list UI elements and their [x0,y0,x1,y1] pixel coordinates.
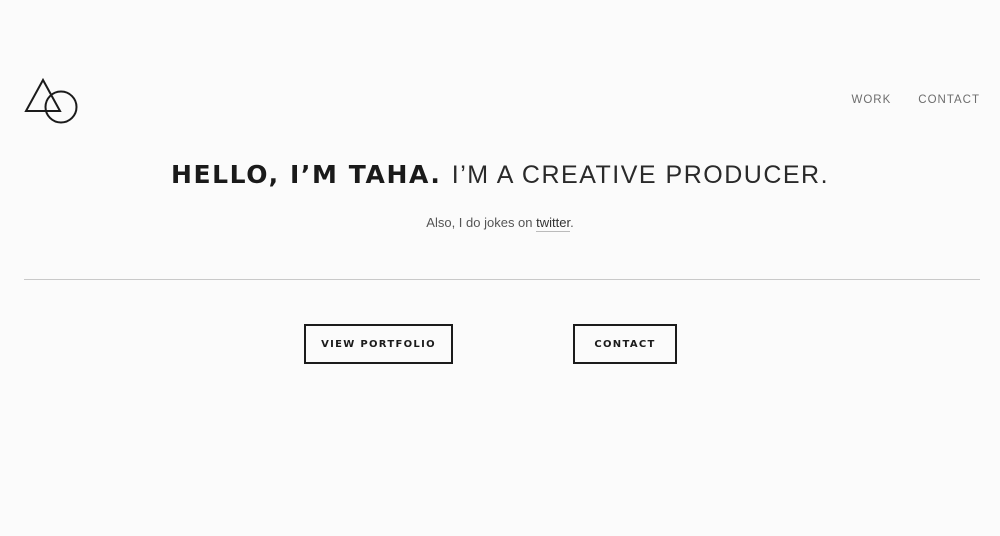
subline-suffix: . [570,215,574,230]
main-nav: WORK CONTACT [851,94,980,106]
headline-role: I’M A CREATIVE PRODUCER. [451,161,830,189]
twitter-link[interactable]: twitter [536,215,571,232]
nav-contact-link[interactable]: CONTACT [918,94,980,106]
hero-headline: HELLO, I’M TAHA. I’M A CREATIVE PRODUCER… [0,160,1000,190]
headline-greeting: HELLO, I’M TAHA. [170,160,442,189]
section-divider [24,279,980,280]
view-portfolio-button[interactable]: VIEW PORTFOLIO [304,324,453,364]
page: WORK CONTACT HELLO, I’M TAHA. I’M A CREA… [0,0,1000,536]
subline-prefix: Also, I do jokes on [426,215,537,230]
contact-button[interactable]: CONTACT [573,324,677,364]
triangle-circle-logo-icon[interactable] [24,77,80,125]
nav-work-link[interactable]: WORK [851,94,891,106]
hero-subline: Also, I do jokes on twitter. [0,215,1000,232]
